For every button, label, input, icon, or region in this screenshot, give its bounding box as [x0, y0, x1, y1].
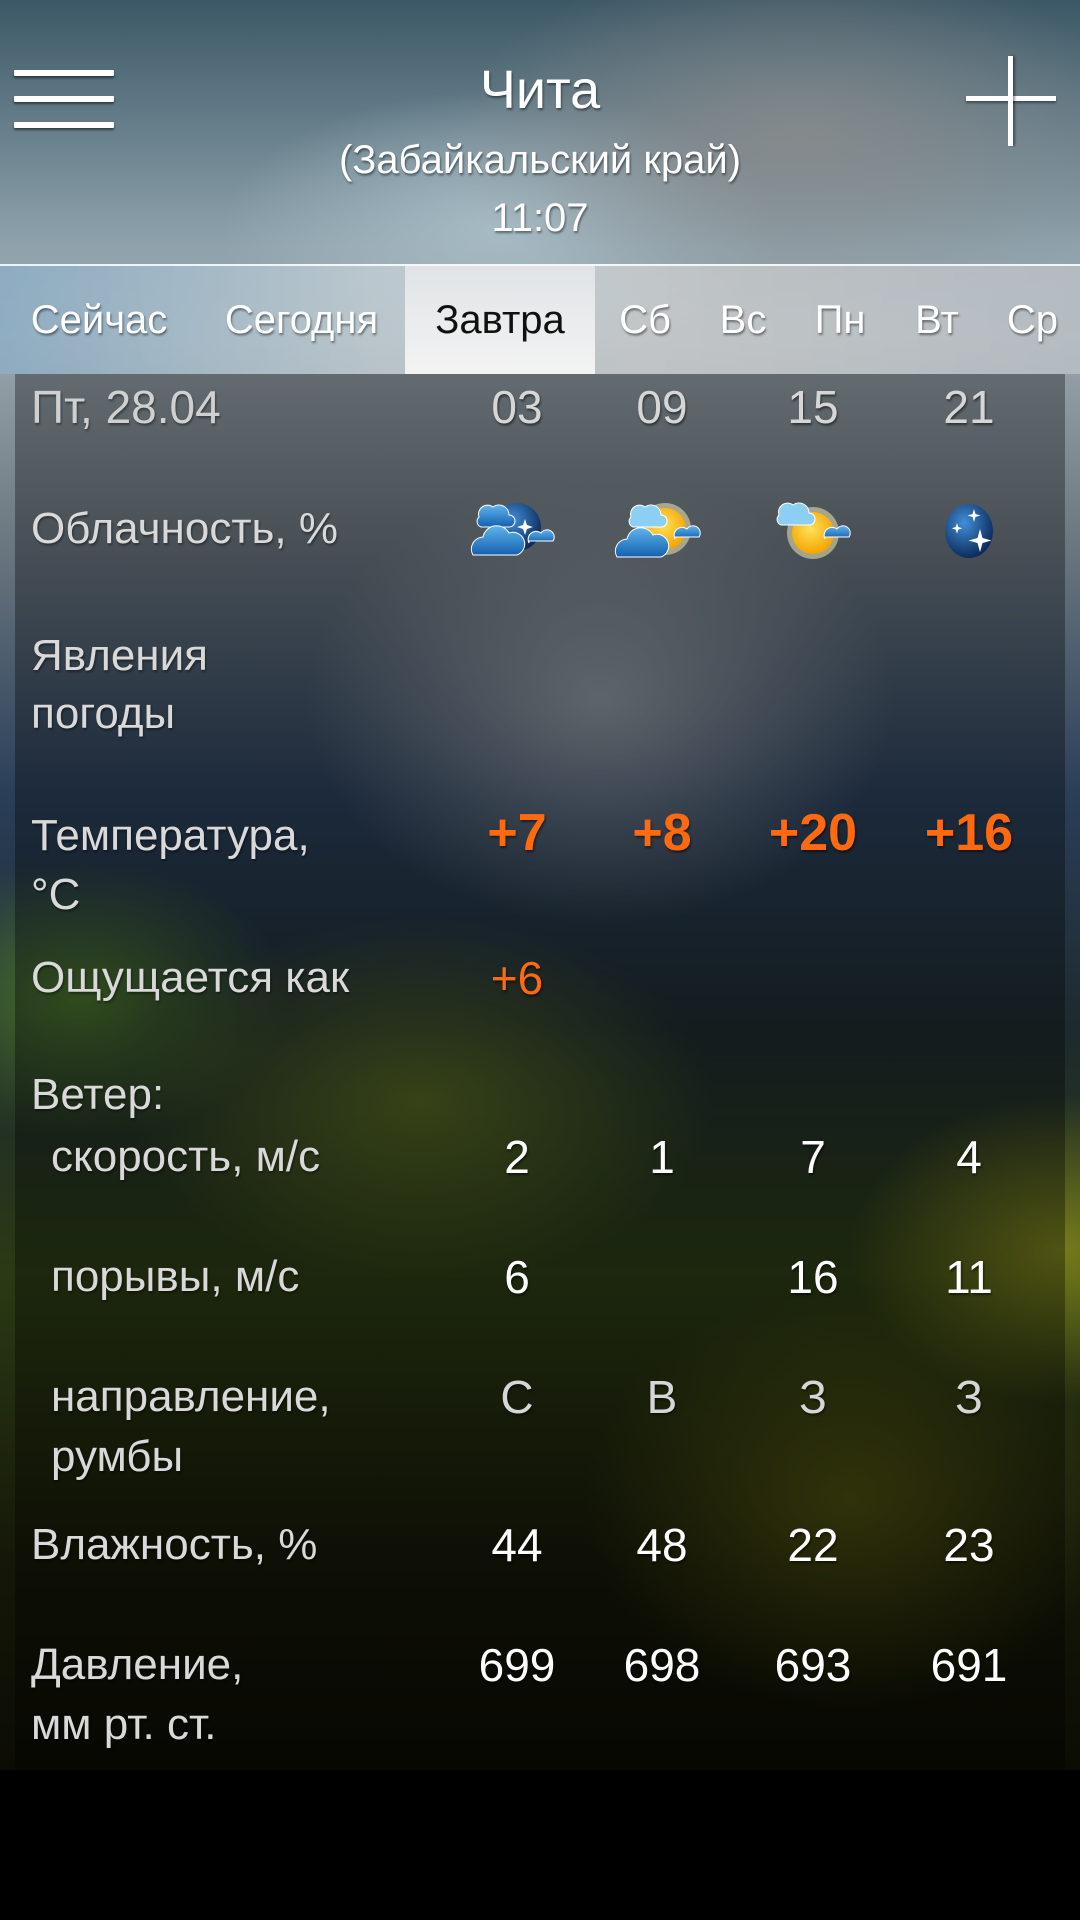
tab-monday[interactable]: Пн	[791, 266, 889, 374]
tab-now[interactable]: Сейчас	[0, 266, 198, 374]
wind-direction-label: направление,	[51, 1372, 331, 1421]
wind-gusts-value: 11	[945, 1251, 993, 1303]
pressure-label: Давление,	[31, 1640, 244, 1689]
humidity-value: 48	[636, 1519, 688, 1571]
wind-direction-value: В	[646, 1371, 678, 1423]
wind-gusts-label: порывы, м/с	[51, 1252, 300, 1301]
wind-speed-value: 1	[649, 1131, 675, 1183]
night-partly-cloudy-icon	[467, 489, 557, 569]
temperature-value: +7	[487, 804, 547, 862]
wind-gusts-value: 6	[504, 1251, 530, 1303]
cloudiness-label: Облачность, %	[31, 504, 338, 553]
tab-sunday[interactable]: Вс	[695, 266, 791, 374]
hamburger-line	[14, 122, 114, 128]
day-partly-cloudy-icon	[767, 489, 857, 569]
date-label: Пт, 28.04	[31, 381, 221, 433]
wind-speed-value: 7	[800, 1131, 826, 1183]
phenomena-label-line2: погоды	[31, 689, 176, 738]
tab-saturday[interactable]: Сб	[595, 266, 695, 374]
pressure-value: 698	[623, 1639, 701, 1691]
tab-wednesday[interactable]: Ср	[985, 266, 1080, 374]
wind-direction-label-line2: румбы	[51, 1432, 184, 1481]
region-name: (Забайкальский край)	[338, 138, 742, 182]
humidity-value: 44	[491, 1519, 543, 1571]
day-tabs: Сейчас Сегодня Завтра Сб Вс Пн Вт Ср	[0, 264, 1080, 374]
wind-direction-value: З	[799, 1371, 827, 1423]
add-city-button[interactable]	[964, 52, 1060, 148]
hour-header: 09	[636, 381, 688, 433]
hour-header: 15	[787, 381, 839, 433]
temperature-value: +20	[768, 804, 858, 862]
local-time: 11:07	[491, 196, 589, 240]
wind-gusts-value: 16	[787, 1251, 839, 1303]
wind-speed-value: 2	[504, 1131, 530, 1183]
city-name: Чита	[479, 60, 601, 120]
header: Чита (Забайкальский край) 11:07	[0, 0, 1080, 264]
tab-today[interactable]: Сегодня	[198, 266, 405, 374]
wind-speed-label: скорость, м/с	[51, 1132, 321, 1181]
hour-header: 21	[943, 381, 995, 433]
night-clear-icon	[924, 489, 1014, 569]
day-cloudy-icon	[613, 489, 703, 569]
feels-like-label: Ощущается как	[31, 953, 350, 1002]
pressure-unit-label: мм рт. ст.	[31, 1700, 217, 1749]
pressure-value: 699	[478, 1639, 556, 1691]
tab-tuesday[interactable]: Вт	[889, 266, 985, 374]
pressure-value: 691	[930, 1639, 1008, 1691]
temperature-value: +16	[924, 804, 1014, 862]
plus-icon-vertical	[1008, 56, 1013, 146]
humidity-value: 22	[787, 1519, 839, 1571]
tab-tomorrow[interactable]: Завтра	[405, 266, 595, 374]
wind-direction-value: С	[500, 1371, 534, 1423]
temperature-unit-label: °C	[31, 870, 81, 919]
pressure-value: 693	[774, 1639, 852, 1691]
feels-like-value: +6	[490, 952, 544, 1004]
wind-label: Ветер:	[31, 1070, 165, 1119]
wind-speed-value: 4	[956, 1131, 982, 1183]
temperature-value: +8	[632, 804, 692, 862]
phenomena-label: Явления	[31, 631, 208, 680]
hour-header: 03	[491, 381, 543, 433]
temperature-label: Температура,	[31, 811, 310, 860]
humidity-label: Влажность, %	[31, 1520, 318, 1569]
wind-direction-value: З	[955, 1371, 983, 1423]
humidity-value: 23	[943, 1519, 995, 1571]
